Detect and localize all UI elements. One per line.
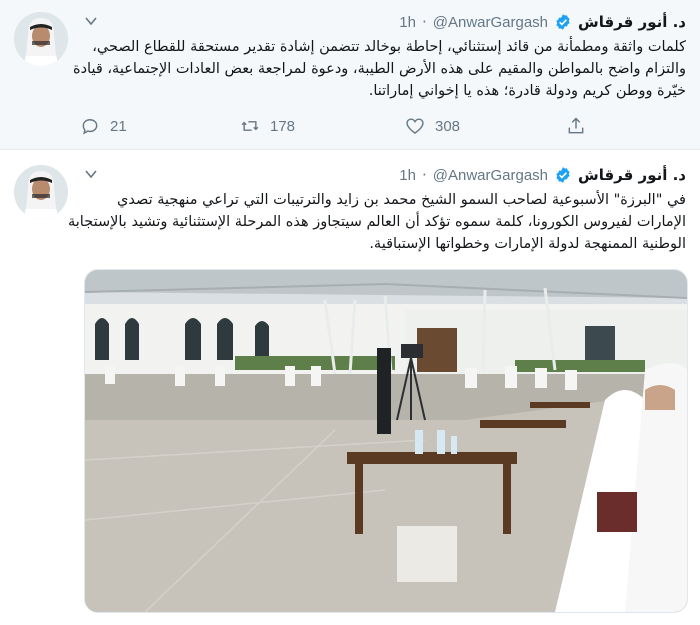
like-button[interactable]: 308 (405, 116, 460, 136)
tweet-text-line: الإمارات لفيروس الكورونا، كلمة سموه تؤكد… (68, 214, 686, 230)
reply-count: 21 (110, 117, 127, 135)
avatar[interactable] (14, 12, 68, 66)
heart-icon (406, 118, 424, 134)
tweet-text-line: كلمات واثقة ومطمأنة من قائد إستثنائي، إح… (92, 39, 686, 55)
timestamp[interactable]: 1h (399, 14, 416, 31)
verified-badge-icon (556, 167, 570, 183)
tweet-header: د. أنور قرقاش @AnwarGargash · 1h (399, 163, 686, 187)
tweet-photo[interactable] (84, 269, 688, 613)
avatar-image (14, 12, 68, 66)
tweet-text: كلمات واثقة ومطمأنة من قائد إستثنائي، إح… (72, 36, 686, 102)
verified-badge-icon (556, 14, 570, 30)
display-name[interactable]: د. أنور قرقاش (578, 13, 686, 31)
timestamp[interactable]: 1h (399, 167, 416, 184)
tweet-header: د. أنور قرقاش @AnwarGargash · 1h (399, 10, 686, 34)
retweet-count: 178 (270, 117, 296, 135)
tweet-text-line: في "البرزة" الأسبوعية لصاحب السمو الشيخ … (117, 192, 686, 208)
chevron-down-icon[interactable] (84, 167, 98, 181)
share-button[interactable] (566, 116, 586, 136)
retweet-button[interactable]: 178 (240, 116, 295, 136)
tweet-text-line: الوطنية الممنهجة لدولة الإمارات وخطواتها… (369, 236, 686, 252)
display-name[interactable]: د. أنور قرقاش (578, 166, 686, 184)
reply-button[interactable]: 21 (80, 116, 127, 136)
share-icon (568, 117, 584, 134)
chevron-down-icon[interactable] (84, 14, 98, 28)
reply-icon (82, 119, 98, 135)
retweet-icon (241, 121, 259, 131)
separator-dot: · (421, 166, 427, 184)
avatar[interactable] (14, 165, 68, 219)
handle[interactable]: @AnwarGargash (433, 167, 548, 184)
tweet-text-line: والتزام واضح بالمواطن والمقيم على هذه ال… (72, 61, 686, 77)
tweet-text-line: خيّرة ووطن كريم ودولة قادرة؛ هذه يا إخوا… (368, 83, 686, 99)
handle[interactable]: @AnwarGargash (433, 14, 548, 31)
avatar-image (14, 165, 68, 219)
tweet-2[interactable]: د. أنور قرقاش @AnwarGargash · 1h في "الب… (0, 151, 700, 625)
tweet-1[interactable]: د. أنور قرقاش @AnwarGargash · 1h كلمات و… (0, 0, 700, 150)
separator-dot: · (421, 13, 427, 31)
like-count: 308 (435, 117, 461, 135)
tweet-text: في "البرزة" الأسبوعية لصاحب السمو الشيخ … (68, 189, 686, 255)
majlis-photo (85, 270, 687, 612)
tweet-actions: 21 178 308 (80, 116, 620, 140)
